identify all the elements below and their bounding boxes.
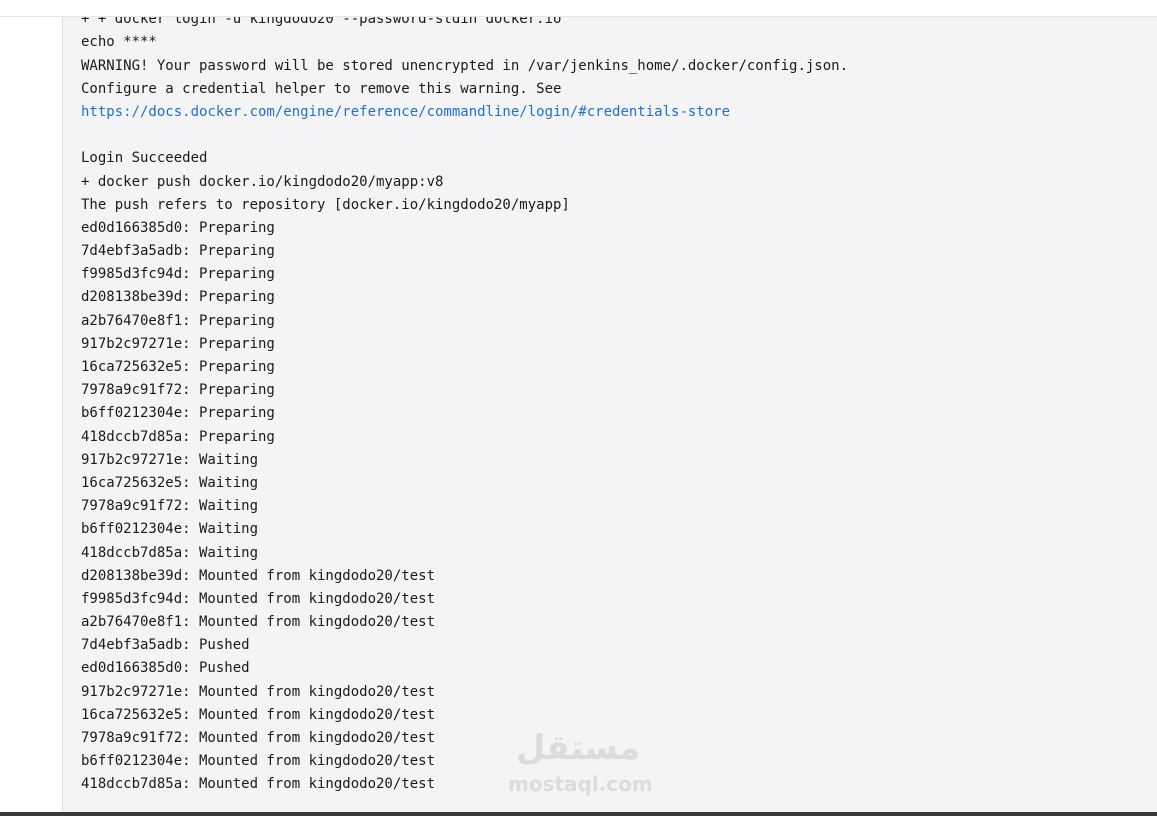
- console-line: 917b2c97271e: Preparing: [81, 335, 275, 352]
- console-line: Configure a credential helper to remove …: [81, 80, 562, 97]
- console-line: 16ca725632e5: Preparing: [81, 359, 275, 375]
- console-line: 7978a9c91f72: Mounted from kingdodo20/te…: [81, 730, 436, 746]
- console-output: See https://jenkins.io/redirect/groovy-s…: [81, 0, 848, 797]
- console-line: 418dccb7d85a: Waiting: [81, 544, 259, 561]
- console-line: 418dccb7d85a: Mounted from kingdodo20/te…: [81, 776, 436, 793]
- console-line: b6ff0212304e: Mounted from kingdodo20/te…: [81, 753, 436, 770]
- console-line: 7d4ebf3a5adb: Preparing: [81, 243, 275, 260]
- console-line: + docker push docker.io/kingdodo20/myapp…: [81, 173, 444, 190]
- console-line: 16ca725632e5: Mounted from kingdodo20/te…: [81, 706, 436, 723]
- console-line: d208138be39d: Preparing: [81, 289, 275, 306]
- console-line: b6ff0212304e: Waiting: [81, 521, 259, 538]
- console-line: ed0d166385d0: Pushed: [81, 660, 250, 677]
- console-line: Login Succeeded: [81, 150, 208, 167]
- console-line: 7978a9c91f72: Preparing: [81, 382, 275, 399]
- console-line: 418dccb7d85a: Preparing: [81, 428, 275, 445]
- console-line: a2b76470e8f1: Mounted from kingdodo20/te…: [81, 614, 436, 631]
- console-line: 7d4ebf3a5adb: Pushed: [81, 637, 250, 654]
- console-line: d208138be39d: Mounted from kingdodo20/te…: [81, 567, 436, 584]
- console-line: The push refers to repository [docker.io…: [81, 196, 570, 213]
- console-line: a2b76470e8f1: Preparing: [81, 312, 275, 329]
- console-line: 917b2c97271e: Waiting: [81, 451, 259, 468]
- console-line: 7978a9c91f72: Waiting: [81, 498, 259, 515]
- console-line: 917b2c97271e: Mounted from kingdodo20/te…: [81, 683, 436, 700]
- console-line: https://docs.docker.com/engine/reference…: [81, 101, 848, 124]
- console-output-panel: See https://jenkins.io/redirect/groovy-s…: [62, 0, 1157, 812]
- console-line: echo ****: [81, 34, 157, 51]
- console-line: 16ca725632e5: Waiting: [81, 474, 259, 491]
- console-line: f9985d3fc94d: Preparing: [81, 266, 275, 283]
- console-page: See https://jenkins.io/redirect/groovy-s…: [0, 0, 1157, 816]
- bottom-window-edge: [0, 812, 1157, 816]
- top-header-strip: [0, 0, 1157, 17]
- console-line: ed0d166385d0: Preparing: [81, 219, 275, 236]
- console-link[interactable]: https://docs.docker.com/engine/reference…: [81, 104, 730, 120]
- console-line: f9985d3fc94d: Mounted from kingdodo20/te…: [81, 590, 436, 607]
- console-line: b6ff0212304e: Preparing: [81, 405, 275, 422]
- console-line: WARNING! Your password will be stored un…: [81, 57, 849, 74]
